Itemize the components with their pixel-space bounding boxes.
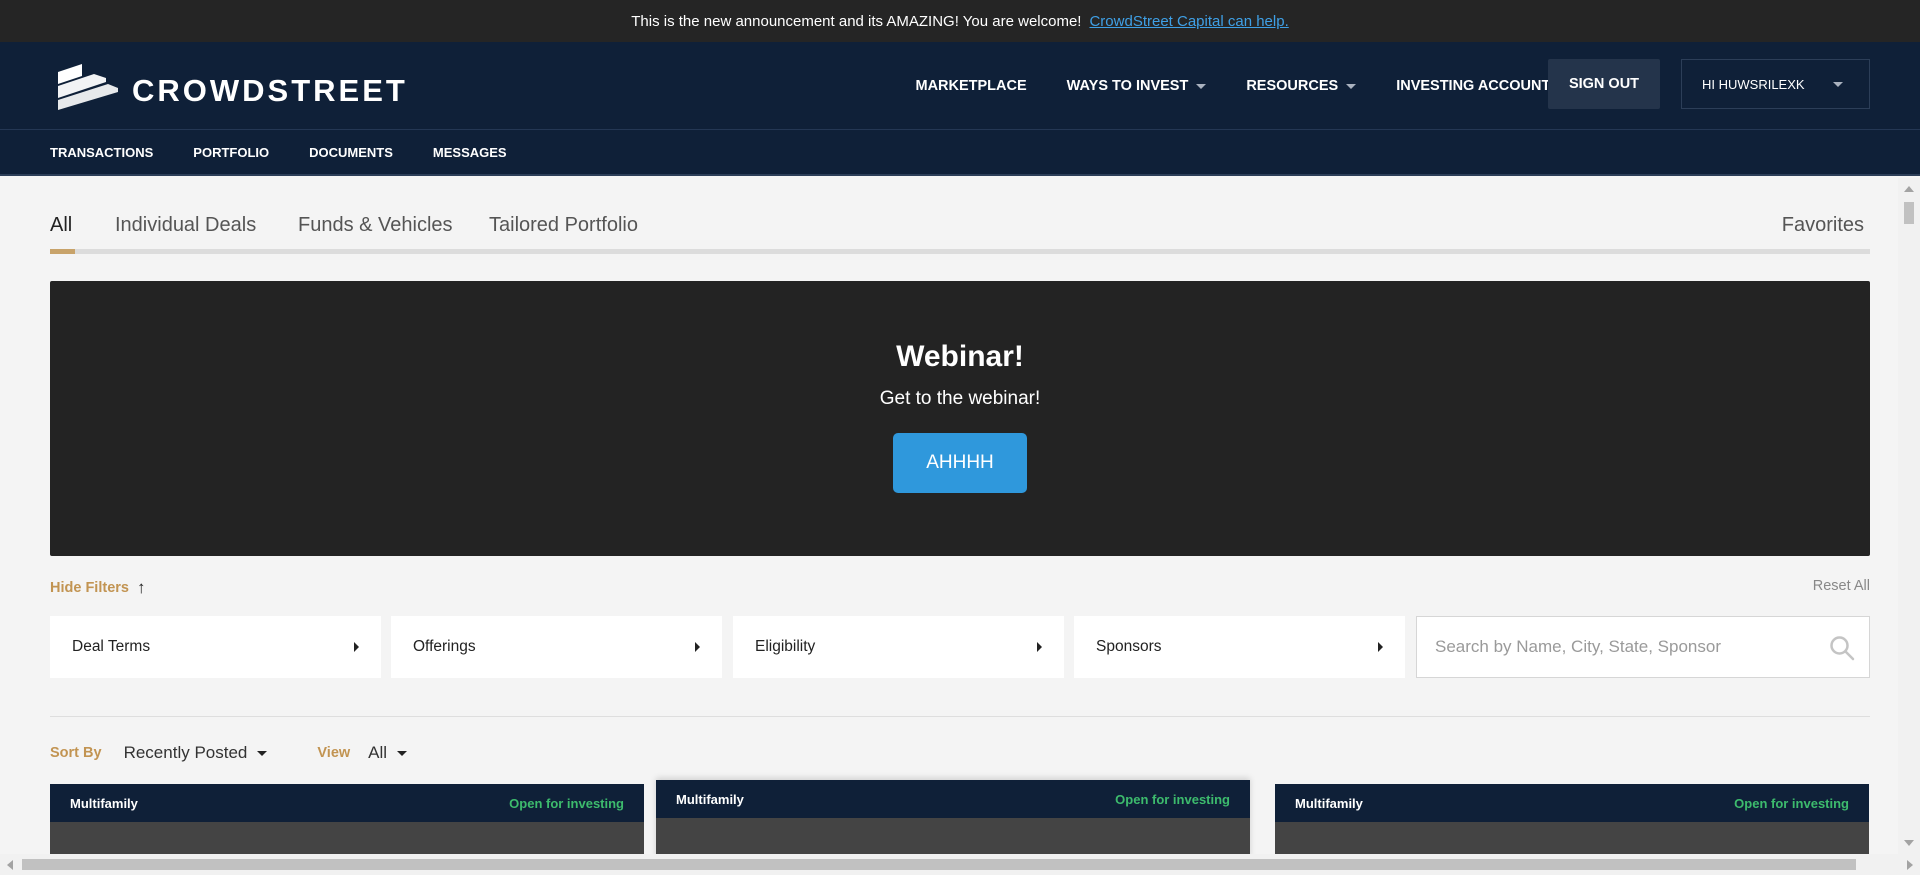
nav-investing-accounts-label: INVESTING ACCOUNTS <box>1396 78 1560 94</box>
horizontal-scrollbar[interactable] <box>0 854 1920 875</box>
chevron-down-icon <box>1196 83 1207 89</box>
hide-filters-toggle[interactable]: Hide Filters ↑ <box>50 578 145 598</box>
view-label: View <box>317 745 351 761</box>
horizontal-scroll-thumb[interactable] <box>22 859 1856 870</box>
status-badge: Open for investing <box>1734 795 1849 811</box>
user-greeting: HI HUWSRILEXK <box>1702 76 1805 92</box>
reset-all-link[interactable]: Reset All <box>1813 578 1870 594</box>
nav-ways-to-invest-label: WAYS TO INVEST <box>1066 78 1189 94</box>
filter-sponsors[interactable]: Sponsors <box>1074 616 1405 678</box>
filter-sponsors-label: Sponsors <box>1096 638 1162 655</box>
tab-all[interactable]: All <box>50 214 72 237</box>
chevron-down-icon <box>1833 82 1843 87</box>
sort-by-dropdown[interactable]: Recently Posted <box>124 743 268 763</box>
subnav-portfolio[interactable]: PORTFOLIO <box>193 145 269 160</box>
offering-card-header: Multifamily Open for investing <box>50 784 644 822</box>
chevron-down-icon <box>257 750 268 756</box>
nav-resources[interactable]: RESOURCES <box>1246 78 1357 94</box>
filter-eligibility[interactable]: Eligibility <box>733 616 1064 678</box>
caret-right-icon <box>354 642 359 652</box>
filter-deal-terms[interactable]: Deal Terms <box>50 616 381 678</box>
tab-tailored-portfolio[interactable]: Tailored Portfolio <box>489 214 638 237</box>
offering-card[interactable]: Multifamily Open for investing <box>50 784 644 854</box>
search-icon[interactable] <box>1829 635 1855 666</box>
filter-offerings[interactable]: Offerings <box>391 616 722 678</box>
announcement-link[interactable]: CrowdStreet Capital can help. <box>1089 13 1288 30</box>
search-input[interactable] <box>1435 637 1815 657</box>
property-type: Multifamily <box>676 791 744 807</box>
sort-by-value: Recently Posted <box>123 743 248 762</box>
scroll-left-icon[interactable] <box>7 860 13 870</box>
main-content: All Individual Deals Funds & Vehicles Ta… <box>0 178 1898 854</box>
offering-card[interactable]: Multifamily Open for investing <box>1275 784 1869 854</box>
hide-filters-label: Hide Filters <box>50 580 129 596</box>
sign-out-button[interactable]: SIGN OUT <box>1548 59 1660 109</box>
scroll-down-icon[interactable] <box>1904 840 1914 846</box>
nav-marketplace[interactable]: MARKETPLACE <box>915 78 1026 94</box>
nav-ways-to-invest[interactable]: WAYS TO INVEST <box>1067 78 1207 94</box>
offering-card-header: Multifamily Open for investing <box>656 780 1250 818</box>
view-dropdown[interactable]: All <box>368 743 408 763</box>
primary-nav-links: MARKETPLACE WAYS TO INVEST RESOURCES INV… <box>875 42 1560 130</box>
scroll-right-icon[interactable] <box>1907 860 1913 870</box>
logo-icon <box>54 64 120 110</box>
filter-eligibility-label: Eligibility <box>755 638 816 655</box>
vertical-scroll-thumb[interactable] <box>1904 202 1914 224</box>
vertical-scrollbar[interactable] <box>1898 178 1920 854</box>
nav-resources-label: RESOURCES <box>1246 78 1339 94</box>
filter-deal-terms-label: Deal Terms <box>72 638 151 655</box>
tab-individual-deals[interactable]: Individual Deals <box>115 214 256 237</box>
filters-divider <box>50 716 1870 717</box>
sort-by-label: Sort By <box>50 745 102 761</box>
webinar-title: Webinar! <box>896 340 1024 373</box>
status-badge: Open for investing <box>509 795 624 811</box>
tab-funds-vehicles[interactable]: Funds & Vehicles <box>298 214 453 237</box>
announcement-text: This is the new announcement and its AMA… <box>631 12 1082 30</box>
user-menu-dropdown[interactable]: HI HUWSRILEXK <box>1681 59 1870 109</box>
nav-investing-accounts[interactable]: INVESTING ACCOUNTS <box>1396 78 1560 94</box>
arrow-up-icon: ↑ <box>136 578 146 597</box>
scroll-up-icon[interactable] <box>1904 186 1914 192</box>
account-subnav: TRANSACTIONS PORTFOLIO DOCUMENTS MESSAGE… <box>0 130 1920 176</box>
property-type: Multifamily <box>70 795 138 811</box>
active-tab-indicator <box>50 249 75 254</box>
main-nav: CROWDSTREET MARKETPLACE WAYS TO INVEST R… <box>0 42 1920 130</box>
announcement-bar: This is the new announcement and its AMA… <box>0 0 1920 42</box>
subnav-transactions[interactable]: TRANSACTIONS <box>50 145 153 160</box>
chevron-down-icon <box>1346 83 1357 89</box>
status-badge: Open for investing <box>1115 791 1230 807</box>
offering-card[interactable]: Multifamily Open for investing <box>656 780 1250 854</box>
caret-right-icon <box>1378 642 1383 652</box>
view-value: All <box>368 743 388 762</box>
filter-offerings-label: Offerings <box>413 638 476 655</box>
offering-tabs: All Individual Deals Funds & Vehicles Ta… <box>50 214 1870 254</box>
subnav-documents[interactable]: DOCUMENTS <box>309 145 393 160</box>
search-box <box>1416 616 1870 678</box>
caret-right-icon <box>1037 642 1042 652</box>
subnav-messages[interactable]: MESSAGES <box>433 145 507 160</box>
tab-favorites[interactable]: Favorites <box>1782 214 1864 237</box>
nav-marketplace-label: MARKETPLACE <box>915 78 1027 94</box>
webinar-subtitle: Get to the webinar! <box>879 388 1041 409</box>
webinar-cta-button[interactable]: AHHHH <box>893 433 1027 493</box>
logo-wordmark: CROWDSTREET <box>132 73 408 108</box>
property-type: Multifamily <box>1295 795 1363 811</box>
offering-card-header: Multifamily Open for investing <box>1275 784 1869 822</box>
logo[interactable]: CROWDSTREET <box>54 64 408 110</box>
sort-view-row: Sort By Recently Posted View All <box>50 738 408 768</box>
chevron-down-icon <box>397 750 408 756</box>
caret-right-icon <box>695 642 700 652</box>
webinar-banner: Webinar! Get to the webinar! AHHHH <box>50 281 1870 556</box>
